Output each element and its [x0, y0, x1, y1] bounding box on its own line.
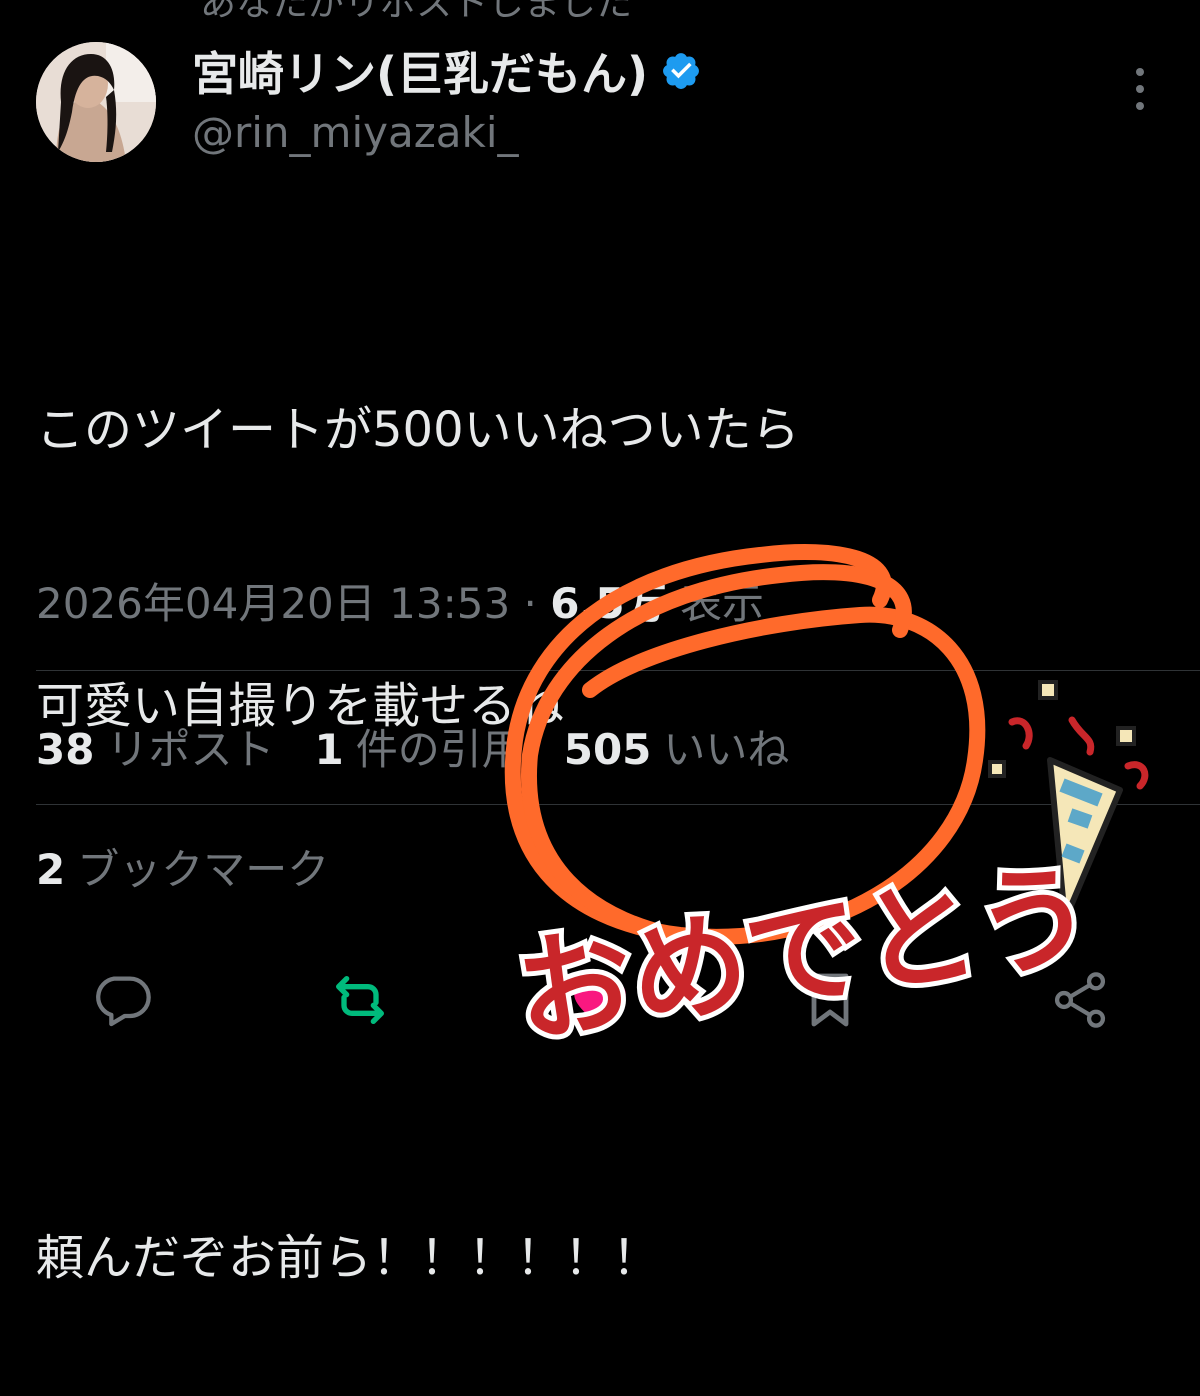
reposts-count: 38 [36, 725, 95, 774]
likes-count: 505 [563, 725, 652, 774]
author-display-name-row[interactable]: 宮崎リン(巨乳だもん) [192, 38, 702, 104]
bookmarks-label: ブックマーク [77, 845, 330, 894]
share-button[interactable] [1048, 968, 1112, 1032]
meta-separator: · [523, 579, 537, 628]
bookmark-button[interactable] [798, 968, 862, 1032]
views-label: 表示 [680, 579, 765, 628]
tweet-text: このツイートが500いいねついたら 可愛い自撮りを載せるね 頼んだぞお前ら！！！… [36, 200, 800, 1396]
likes-stat[interactable]: 505 いいね [564, 716, 790, 777]
repost-banner: あなたがリポストしました [200, 0, 633, 24]
likes-label: いいね [663, 725, 790, 774]
reply-button[interactable] [90, 968, 154, 1032]
stats-row: 38 リポスト 1 件の引用 505 いいね [36, 716, 789, 777]
views-count: 6.5万 [550, 579, 667, 628]
like-button[interactable] [568, 968, 632, 1032]
tweet-line: このツイートが500いいねついたら [36, 402, 800, 458]
divider [36, 670, 1200, 671]
quotes-count: 1 [314, 725, 344, 774]
tweet-timestamp[interactable]: 2026年04月20日 13:53 [36, 579, 510, 628]
reposts-label: リポスト [106, 725, 275, 774]
party-popper-icon [988, 680, 1149, 923]
tweet-line: 頼んだぞお前ら！！！！！！ [36, 1230, 661, 1286]
reposts-stat[interactable]: 38 リポスト [36, 716, 274, 777]
quotes-label: 件の引用 [355, 725, 524, 774]
avatar[interactable] [36, 42, 156, 162]
more-options-icon[interactable] [1128, 66, 1152, 112]
quotes-stat[interactable]: 1 件の引用 [314, 716, 523, 777]
bookmarks-count: 2 [36, 845, 66, 894]
avatar-image [36, 42, 156, 162]
bookmarks-stat[interactable]: 2 ブックマーク [36, 836, 329, 897]
tweet-meta: 2026年04月20日 13:53 · 6.5万 表示 [36, 570, 764, 631]
author-display-name[interactable]: 宮崎リン(巨乳だもん) [192, 38, 648, 104]
verified-badge-icon [663, 53, 699, 89]
repost-button[interactable] [328, 968, 392, 1032]
author-handle[interactable]: @rin_miyazaki_ [192, 108, 519, 157]
divider [36, 804, 1200, 805]
